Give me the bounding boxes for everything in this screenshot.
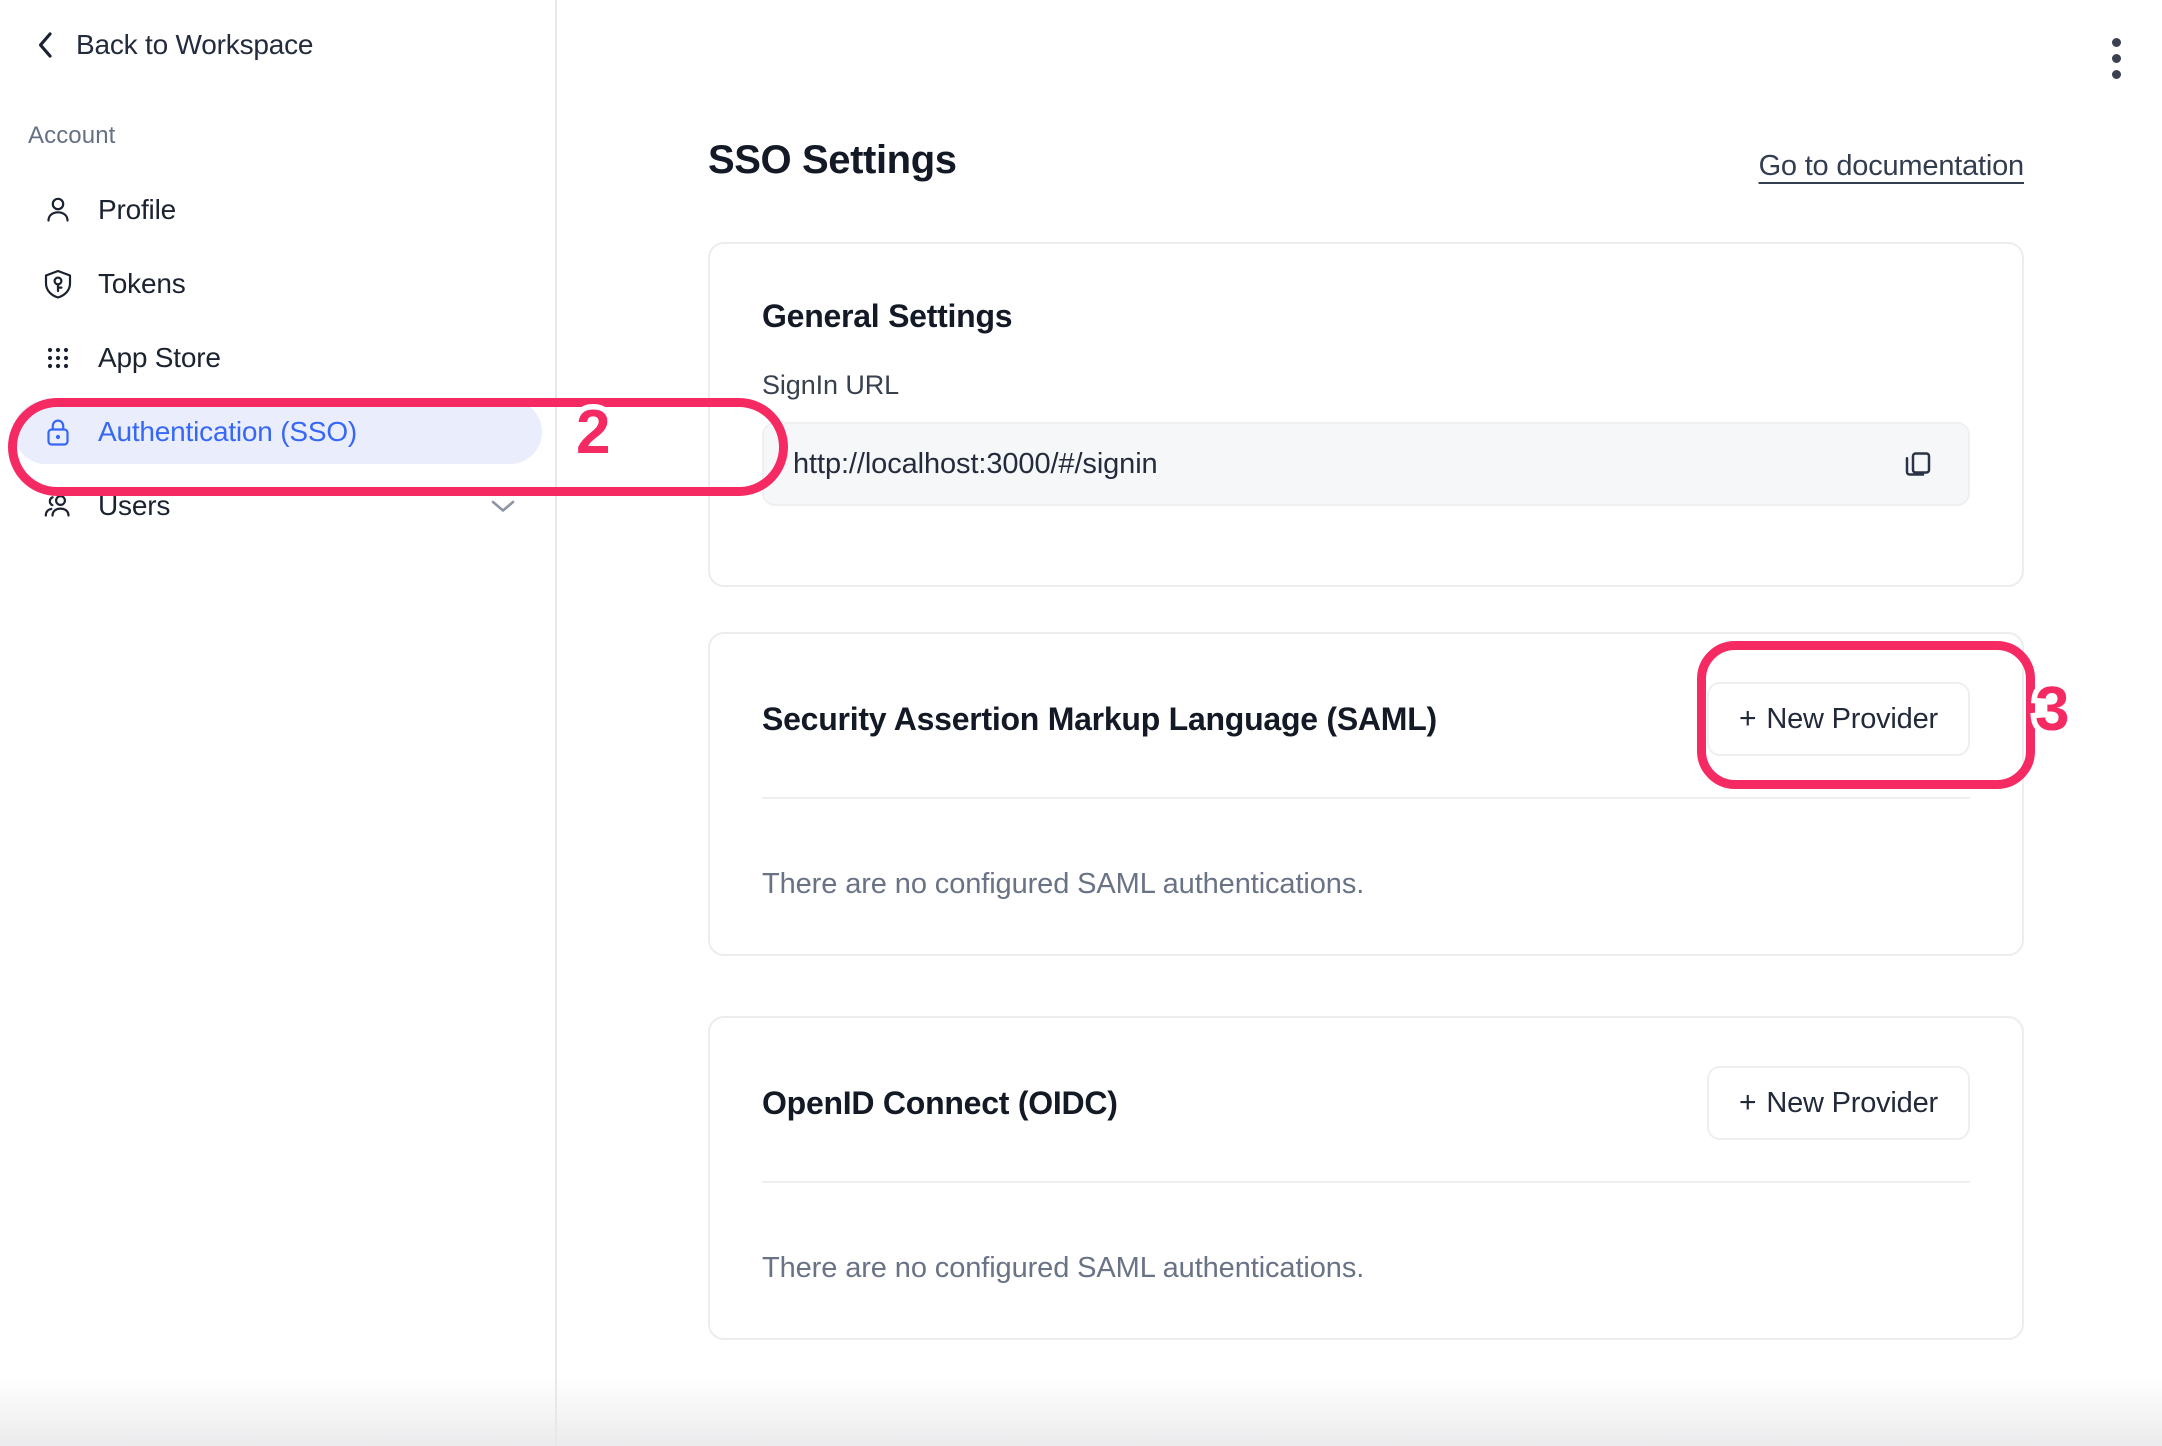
shield-key-icon xyxy=(40,266,76,302)
signin-url-label: SignIn URL xyxy=(762,370,900,400)
kebab-dot xyxy=(2111,37,2121,47)
lock-icon xyxy=(40,414,76,450)
sidebar-item-label: App Store xyxy=(98,342,221,373)
sidebar-item-tokens[interactable]: Tokens xyxy=(14,252,542,316)
sidebar-item-app-store[interactable]: App Store xyxy=(14,326,542,390)
oidc-header: OpenID Connect (OIDC) + New Provider xyxy=(762,1066,1970,1140)
sso-settings-page: Back to Workspace Account Profile Tokens… xyxy=(0,0,2162,1446)
go-to-documentation-link[interactable]: Go to documentation xyxy=(1759,150,2025,183)
signin-url-field[interactable]: http://localhost:3000/#/signin xyxy=(762,422,1970,506)
copy-icon[interactable] xyxy=(1898,444,1938,484)
page-title: SSO Settings xyxy=(708,138,957,182)
saml-card: Security Assertion Markup Language (SAML… xyxy=(708,632,2024,956)
sidebar-item-label: Tokens xyxy=(98,268,186,299)
sidebar-section-label: Account xyxy=(28,122,116,149)
sidebar-nav: Profile Tokens App Store Authentication … xyxy=(14,178,542,548)
sidebar-item-label: Users xyxy=(98,490,171,521)
chevron-left-icon xyxy=(36,31,54,59)
page-header: SSO Settings Go to documentation xyxy=(708,138,2024,183)
users-icon xyxy=(40,488,76,524)
sidebar: Back to Workspace Account Profile Tokens… xyxy=(0,0,557,1446)
sidebar-item-authentication-sso[interactable]: Authentication (SSO) xyxy=(14,400,542,464)
oidc-card: OpenID Connect (OIDC) + New Provider The… xyxy=(708,1016,2024,1340)
user-icon xyxy=(40,192,76,228)
divider xyxy=(762,1181,1970,1183)
general-settings-title: General Settings xyxy=(762,298,1013,334)
saml-new-provider-button[interactable]: + New Provider xyxy=(1707,682,1970,756)
sidebar-item-profile[interactable]: Profile xyxy=(14,178,542,242)
plus-icon: + xyxy=(1739,702,1757,735)
oidc-new-provider-label: New Provider xyxy=(1766,1086,1938,1119)
oidc-new-provider-button[interactable]: + New Provider xyxy=(1707,1066,1970,1140)
back-to-workspace-label: Back to Workspace xyxy=(76,29,314,60)
divider xyxy=(762,797,1970,799)
sidebar-item-label: Authentication (SSO) xyxy=(98,416,358,447)
general-settings-card: General Settings SignIn URL http://local… xyxy=(708,242,2024,587)
saml-empty-state-text: There are no configured SAML authenticat… xyxy=(762,868,1365,900)
signin-url-value: http://localhost:3000/#/signin xyxy=(793,447,1158,480)
plus-icon: + xyxy=(1739,1086,1757,1119)
more-vertical-icon[interactable] xyxy=(2092,34,2140,82)
oidc-empty-state-text: There are no configured SAML authenticat… xyxy=(762,1252,1365,1284)
saml-new-provider-label: New Provider xyxy=(1766,702,1938,735)
back-to-workspace-button[interactable]: Back to Workspace xyxy=(28,20,321,70)
chevron-down-icon[interactable] xyxy=(490,493,516,519)
saml-title: Security Assertion Markup Language (SAML… xyxy=(762,700,1437,737)
saml-header: Security Assertion Markup Language (SAML… xyxy=(762,682,1970,756)
grid-dots-icon xyxy=(40,340,76,376)
kebab-dot xyxy=(2111,69,2121,79)
sidebar-item-label: Profile xyxy=(98,194,176,225)
sidebar-item-users[interactable]: Users xyxy=(14,474,542,538)
oidc-title: OpenID Connect (OIDC) xyxy=(762,1084,1118,1121)
main-content: SSO Settings Go to documentation General… xyxy=(557,0,2162,1446)
kebab-dot xyxy=(2111,53,2121,63)
